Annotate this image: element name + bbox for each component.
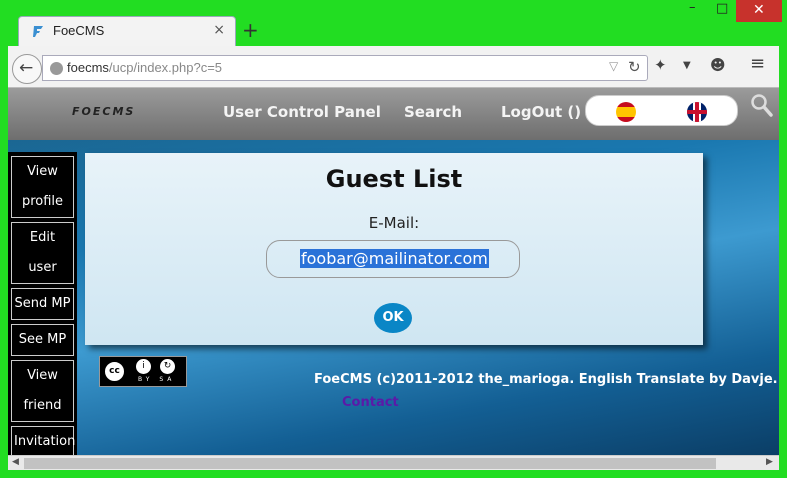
close-window-button[interactable]: ✕ — [736, 0, 782, 22]
tab-foecms[interactable]: FoeCMS × — [18, 16, 236, 46]
site-header: FOECMS User Control Panel Search LogOut … — [8, 88, 779, 140]
menu-icon[interactable]: ≡ — [750, 53, 765, 74]
side-menu: View profile Edit user Send MP See MP Vi… — [8, 152, 77, 455]
address-bar[interactable]: foecms/ucp/index.php?c=5 ▽ ↻ — [42, 55, 648, 81]
copyright-text: FoeCMS (c)2011-2012 the_marioga. English… — [314, 372, 778, 387]
maximize-icon: □ — [716, 1, 729, 16]
web-page: FOECMS User Control Panel Search LogOut … — [8, 88, 779, 455]
cc-license-label: BY SA — [138, 376, 176, 383]
page-favicon-icon — [33, 26, 43, 37]
scrollbar-thumb[interactable] — [24, 458, 716, 469]
creative-commons-badge[interactable]: cc i ↻ BY SA — [99, 356, 187, 387]
horizontal-scrollbar[interactable]: ◀ ▶ — [8, 455, 779, 470]
sidebar-item-see-mp[interactable]: See MP — [11, 324, 74, 356]
extension-icon[interactable]: ✦ — [654, 56, 667, 74]
navigation-toolbar: ← foecms/ucp/index.php?c=5 ▽ ↻ ✦ ▼ ☻ ≡ — [8, 46, 779, 88]
tab-title: FoeCMS — [53, 23, 105, 38]
tab-close-icon[interactable]: × — [213, 22, 225, 38]
smiley-icon[interactable]: ☻ — [710, 56, 726, 74]
extension-dropdown-icon[interactable]: ▼ — [683, 60, 691, 71]
page-title: Guest List — [325, 165, 463, 193]
title-bar: FoeCMS × + – □ ✕ — [0, 0, 787, 46]
site-logo[interactable]: FOECMS — [72, 105, 135, 118]
share-alike-icon: ↻ — [160, 359, 175, 374]
close-icon: ✕ — [753, 2, 765, 18]
reload-icon[interactable]: ↻ — [628, 58, 641, 76]
guest-list-panel: Guest List E-Mail: foobar@mailinator.com… — [85, 153, 703, 345]
scroll-right-icon[interactable]: ▶ — [766, 457, 773, 467]
language-selector — [585, 95, 738, 126]
browser-window: FoeCMS × + – □ ✕ ← foecms/ucp/index.php?… — [0, 0, 787, 478]
sidebar-item-edit-user[interactable]: Edit user — [11, 222, 74, 284]
cc-icon: cc — [103, 360, 126, 383]
scroll-left-icon[interactable]: ◀ — [12, 457, 19, 467]
sidebar-item-invitation[interactable]: Invitation — [11, 426, 75, 455]
minimize-icon: – — [689, 0, 696, 15]
minimize-button[interactable]: – — [680, 0, 708, 22]
ok-button[interactable]: OK — [374, 303, 412, 333]
spanish-flag-icon[interactable] — [616, 102, 636, 122]
attribution-icon: i — [136, 359, 151, 374]
contact-link[interactable]: Contact — [342, 395, 399, 410]
sidebar-item-send-mp[interactable]: Send MP — [11, 288, 74, 320]
url-text: foecms/ucp/index.php?c=5 — [67, 60, 222, 75]
email-label: E-Mail: — [368, 214, 420, 232]
globe-icon — [50, 62, 63, 75]
url-path: /ucp/index.php?c=5 — [108, 60, 223, 75]
email-field[interactable]: foobar@mailinator.com — [266, 240, 520, 278]
back-arrow-icon: ← — [19, 58, 34, 78]
nav-user-control-panel[interactable]: User Control Panel — [223, 103, 381, 121]
back-button[interactable]: ← — [12, 54, 42, 84]
url-host: foecms — [67, 60, 109, 75]
new-tab-button[interactable]: + — [242, 18, 259, 42]
nav-search[interactable]: Search — [404, 103, 462, 121]
url-dropdown-icon[interactable]: ▽ — [609, 59, 618, 73]
sidebar-item-view-friend[interactable]: View friend — [11, 360, 74, 422]
sidebar-item-view-profile[interactable]: View profile — [11, 156, 74, 218]
email-value: foobar@mailinator.com — [300, 249, 489, 268]
maximize-button[interactable]: □ — [708, 0, 736, 22]
nav-logout[interactable]: LogOut () — [501, 103, 581, 121]
english-flag-icon[interactable] — [687, 102, 707, 122]
search-icon[interactable] — [750, 93, 774, 119]
